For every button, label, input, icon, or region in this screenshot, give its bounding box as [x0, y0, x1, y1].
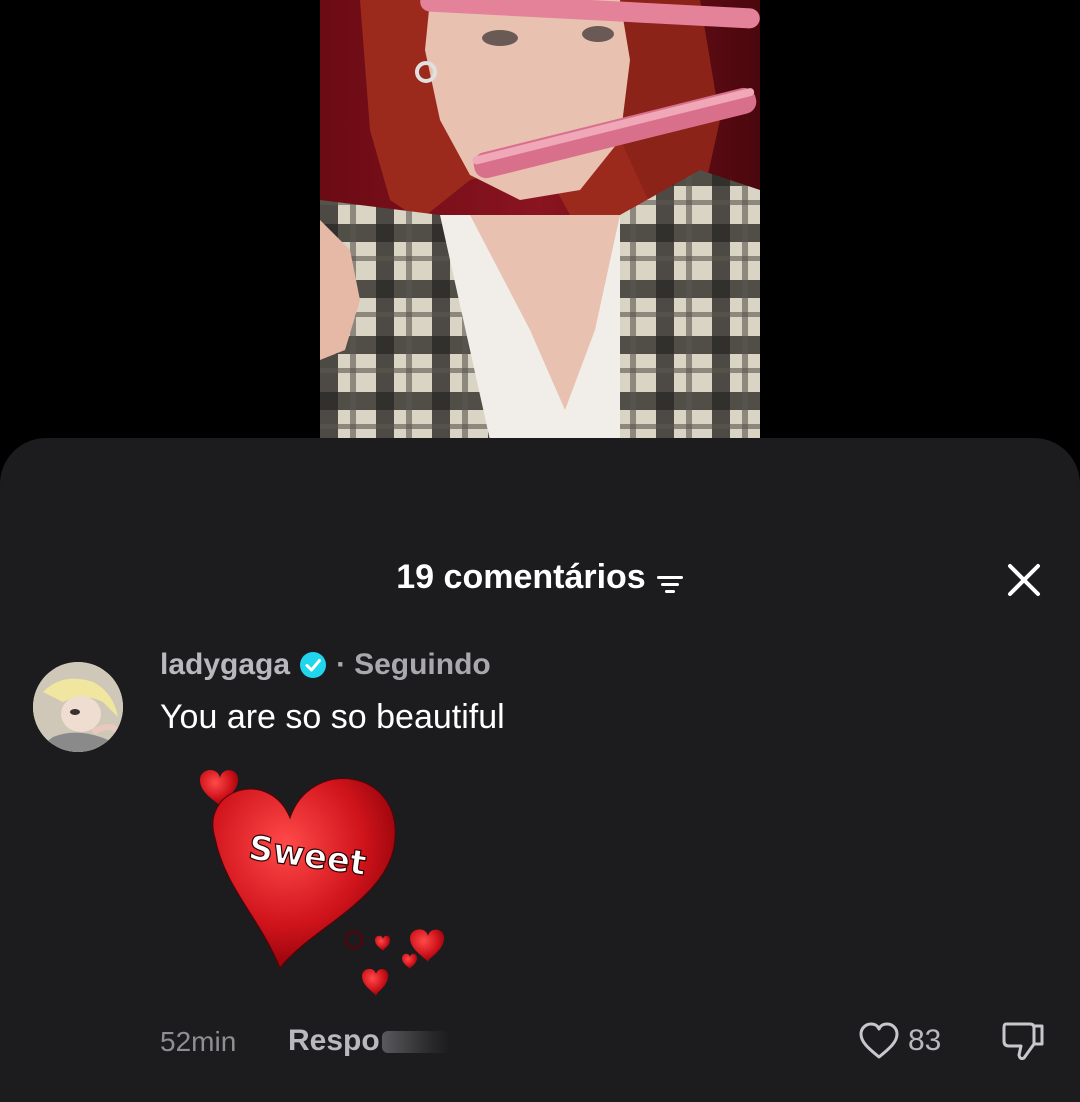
filter-icon[interactable] [656, 566, 684, 593]
app-screen: 19 comentários ladygaga · Seguindo You a… [0, 0, 1080, 1102]
avatar[interactable] [33, 662, 123, 752]
verified-badge-icon [298, 650, 328, 680]
video-thumbnail-image [320, 0, 760, 440]
comment-text: You are so so beautiful [160, 698, 505, 736]
reply-label-obscured [381, 1031, 450, 1054]
video-preview[interactable] [320, 0, 760, 440]
comment-count-sort-toggle[interactable]: 19 comentários [396, 558, 683, 597]
reply-button[interactable]: Respo [288, 1024, 450, 1058]
separator-dot: · [336, 648, 347, 681]
comment-timestamp: 52min [160, 1026, 237, 1057]
reply-label: Respo [288, 1024, 380, 1057]
follow-status: Seguindo [354, 648, 491, 681]
heart-sticker[interactable]: Sweet [170, 758, 460, 1008]
comment-count-label: 19 comentários [396, 558, 646, 596]
close-button[interactable] [1004, 560, 1044, 600]
comment-count-title: 19 comentários [0, 558, 1080, 597]
comments-sheet: 19 comentários ladygaga · Seguindo You a… [0, 438, 1080, 1102]
username[interactable]: ladygaga [160, 648, 290, 682]
heart-outline-icon [858, 1022, 900, 1060]
thumbs-down-icon [1002, 1022, 1044, 1061]
comment-header: ladygaga · Seguindo [160, 648, 491, 682]
like-count: 83 [908, 1024, 942, 1057]
like-button[interactable]: 83 [858, 1022, 941, 1060]
dislike-button[interactable] [1000, 1020, 1046, 1062]
comment-actions: 52min Respo 83 [0, 1018, 1080, 1068]
comments-header: 19 comentários [0, 548, 1080, 604]
close-icon [1008, 564, 1040, 596]
